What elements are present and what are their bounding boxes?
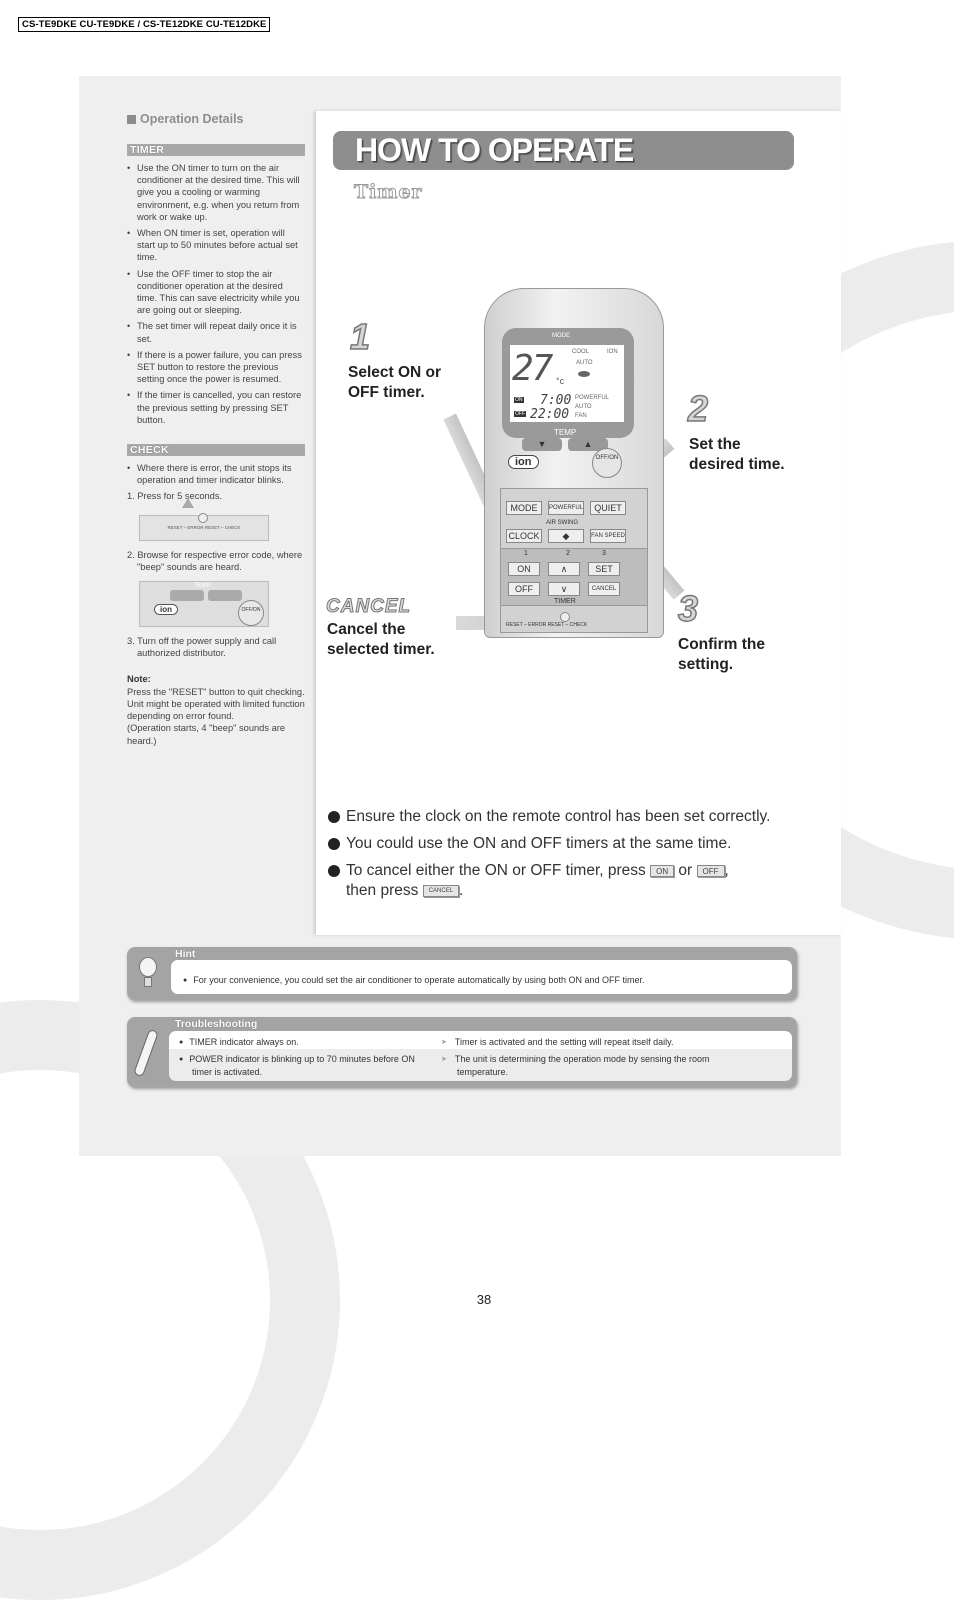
lcd-unit: °c — [556, 376, 565, 386]
temp-label: TEMP — [554, 428, 577, 437]
step-3-number: 3 — [677, 587, 699, 630]
timer-label: TIMER — [554, 598, 576, 605]
timer-bullet: Use the OFF timer to stop the air condit… — [127, 268, 305, 317]
check-button[interactable] — [560, 612, 570, 622]
timer-notes: Ensure the clock on the remote control h… — [326, 807, 786, 908]
square-bullet-icon — [127, 114, 136, 124]
swing-icon — [578, 371, 590, 377]
air-swing-label: AIR SWING — [546, 520, 579, 526]
note-line: Unit might be operated with limited func… — [127, 698, 305, 722]
timer-bullet: Use the ON timer to turn on the air cond… — [127, 162, 305, 223]
lcd-fan: FAN — [575, 413, 587, 419]
check-step-1: 1. Press for 5 seconds. — [127, 491, 223, 502]
step-2-number: 2 — [687, 387, 709, 430]
troubleshooting-box: Troubleshooting TIMER indicator always o… — [127, 1017, 797, 1087]
cancel-key-icon: CANCEL — [422, 884, 460, 897]
mode-label: MODE — [552, 333, 570, 339]
time-down-button[interactable]: ∨ — [548, 582, 580, 596]
troubleshooting-title: Troubleshooting — [175, 1018, 258, 1030]
time-up-button[interactable]: ∧ — [548, 562, 580, 576]
check-bullet: Where there is error, the unit stops its… — [127, 462, 305, 486]
cancel-text: Cancel the selected timer. — [327, 621, 435, 658]
lcd-powerful: POWERFUL — [575, 395, 610, 401]
timer-section-header: TIMER — [127, 144, 305, 156]
note-line: Press the "RESET" button to quit checkin… — [127, 686, 305, 697]
model-header: CS-TE9DKE CU-TE9DKE / CS-TE12DKE CU-TE12… — [18, 17, 271, 32]
hint-title: Hint — [175, 948, 196, 960]
check-step-2: 2. Browse for respective error code, whe… — [127, 549, 303, 572]
hint-box: Hint For your convenience, you could set… — [127, 947, 797, 1000]
timer-bullet: The set timer will repeat daily once it … — [127, 320, 305, 344]
remote-control-illustration: MODE 27 °c COOL ION AUTO ON 7:00 OFF 22:… — [484, 288, 664, 638]
up-arrow-icon — [182, 497, 194, 508]
note-line: (Operation starts, 4 "beep" sounds are h… — [127, 723, 286, 746]
lcd-temperature: 27 — [512, 348, 553, 389]
lightbulb-icon — [139, 957, 157, 977]
check-section-header: CHECK — [127, 444, 305, 457]
check-button-icon — [198, 512, 208, 523]
step-1-text: Select ON or OFF timer. — [348, 364, 442, 401]
lightbulb-base-icon — [144, 977, 152, 987]
on-button[interactable]: ON — [508, 562, 540, 576]
off-tag: OFF — [514, 411, 526, 417]
wrench-icon — [133, 1028, 159, 1078]
note-title: Note: — [127, 674, 151, 685]
lcd-on-time: 7:00 — [540, 393, 572, 408]
cancel-label: CANCEL — [325, 596, 412, 618]
reset-check-label: RESET – ERROR RESET – CHECK — [506, 622, 588, 628]
off-key-icon: OFF — [696, 864, 725, 877]
timer-bullet: When ON timer is set, operation will sta… — [127, 227, 305, 264]
reset-panel-illustration: RESET – ERROR RESET – CHECK — [139, 497, 269, 541]
timer-subtitle: Timer — [354, 181, 423, 204]
powerful-button[interactable]: POWERFUL — [548, 501, 584, 515]
cancel-button[interactable]: CANCEL — [588, 582, 620, 596]
note-bullet: Ensure the clock on the remote control h… — [326, 807, 786, 827]
lcd-ion: ION — [607, 349, 618, 355]
symptom-cell: TIMER indicator always on. — [179, 1036, 434, 1049]
temp-up-button — [208, 590, 242, 602]
cause-cell: The unit is determining the operation mo… — [441, 1053, 761, 1078]
step-1-number: 1 — [349, 315, 371, 358]
timer-bullet: If the timer is cancelled, you can resto… — [127, 389, 305, 426]
lcd-cool: COOL — [572, 349, 590, 355]
ion-button[interactable]: ion — [508, 455, 539, 469]
temp-down-button — [170, 590, 204, 602]
note-bullet: To cancel either the ON or OFF timer, pr… — [326, 861, 786, 901]
set-button[interactable]: SET — [588, 562, 620, 576]
quiet-button[interactable]: QUIET — [590, 501, 626, 515]
how-to-operate-banner: HOW TO OPERATE — [333, 131, 794, 170]
off-button[interactable]: OFF — [508, 582, 540, 596]
seq-2: 2 — [566, 550, 570, 557]
temp-down-button[interactable]: ▼ — [522, 438, 562, 451]
step-2-text: Set the desired time. — [689, 436, 785, 473]
timer-bullet: If there is a power failure, you can pre… — [127, 349, 305, 386]
temp-buttons-illustration: TEMP ion OFF/ON — [139, 581, 269, 628]
mode-button[interactable]: MODE — [506, 501, 542, 515]
seq-3: 3 — [602, 550, 606, 557]
operation-details-column: Operation Details TIMER Use the ON timer… — [127, 112, 305, 747]
off-on-button[interactable]: OFF/ON — [592, 448, 622, 478]
lcd-auto: AUTO — [576, 360, 593, 366]
lcd-off-time: 22:00 — [530, 407, 570, 422]
operation-details-title: Operation Details — [127, 112, 305, 126]
cause-cell: Timer is activated and the setting will … — [441, 1036, 781, 1049]
on-key-icon: ON — [650, 864, 675, 877]
step-3-text: Confirm the setting. — [678, 636, 765, 673]
lcd-auto-fan: AUTO — [575, 404, 592, 410]
air-swing-button[interactable]: ◆ — [548, 529, 584, 543]
check-step-3: 3. Turn off the power supply and call au… — [127, 636, 277, 659]
on-tag: ON — [514, 397, 524, 403]
note-bullet: You could use the ON and OFF timers at t… — [326, 834, 786, 854]
fan-speed-button[interactable]: FAN SPEED — [590, 529, 626, 543]
seq-1: 1 — [524, 550, 528, 557]
hint-content: For your convenience, you could set the … — [171, 960, 792, 994]
page-number: 38 — [476, 1292, 492, 1307]
clock-button[interactable]: CLOCK — [506, 529, 542, 543]
symptom-cell: POWER indicator is blinking up to 70 min… — [179, 1053, 434, 1078]
